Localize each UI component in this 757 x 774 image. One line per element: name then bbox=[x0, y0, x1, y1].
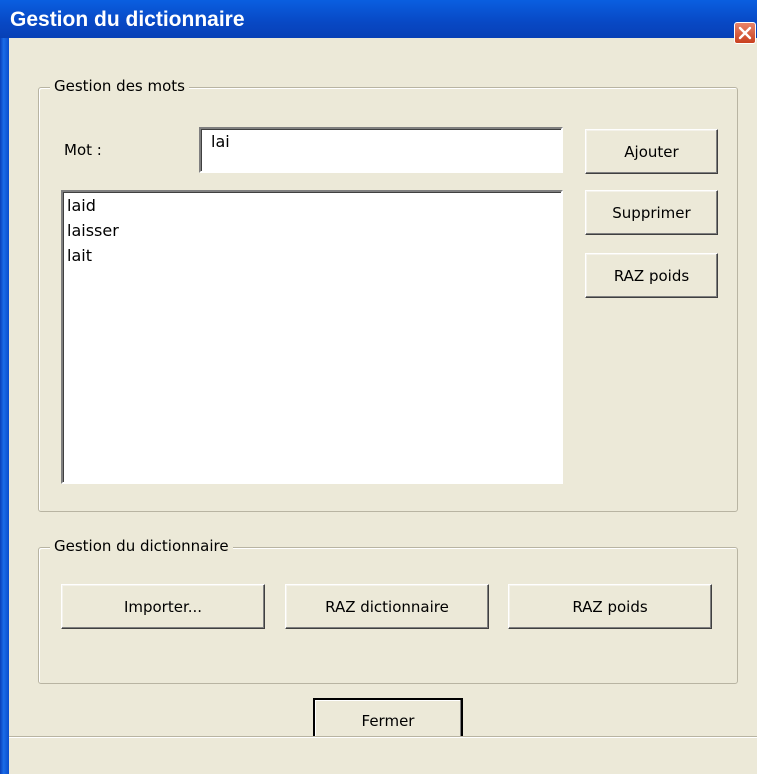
word-input-value: lai bbox=[211, 132, 230, 151]
word-listbox[interactable]: laid laisser lait bbox=[61, 190, 563, 484]
words-group-legend: Gestion des mots bbox=[50, 77, 189, 95]
add-word-button[interactable]: Ajouter bbox=[585, 129, 718, 174]
window-title: Gestion du dictionnaire bbox=[10, 8, 245, 31]
window-left-border bbox=[0, 38, 9, 774]
close-window-button[interactable] bbox=[734, 22, 756, 44]
status-bar bbox=[9, 736, 757, 774]
list-item[interactable]: lait bbox=[67, 246, 92, 266]
reset-dictionary-weight-button[interactable]: RAZ poids bbox=[508, 584, 712, 629]
dialog-window: Gestion du dictionnaire Gestion des mots… bbox=[0, 0, 757, 774]
word-input[interactable]: lai bbox=[199, 127, 563, 173]
list-item[interactable]: laid bbox=[67, 196, 96, 216]
dictionary-group-legend: Gestion du dictionnaire bbox=[50, 537, 233, 555]
delete-word-button[interactable]: Supprimer bbox=[585, 190, 718, 235]
close-icon bbox=[738, 26, 752, 40]
import-button[interactable]: Importer... bbox=[61, 584, 265, 629]
title-bar[interactable]: Gestion du dictionnaire bbox=[0, 0, 757, 44]
reset-word-weight-button[interactable]: RAZ poids bbox=[585, 253, 718, 298]
list-item[interactable]: laisser bbox=[67, 221, 119, 241]
reset-dictionary-button[interactable]: RAZ dictionnaire bbox=[285, 584, 489, 629]
word-label: Mot : bbox=[64, 141, 102, 159]
